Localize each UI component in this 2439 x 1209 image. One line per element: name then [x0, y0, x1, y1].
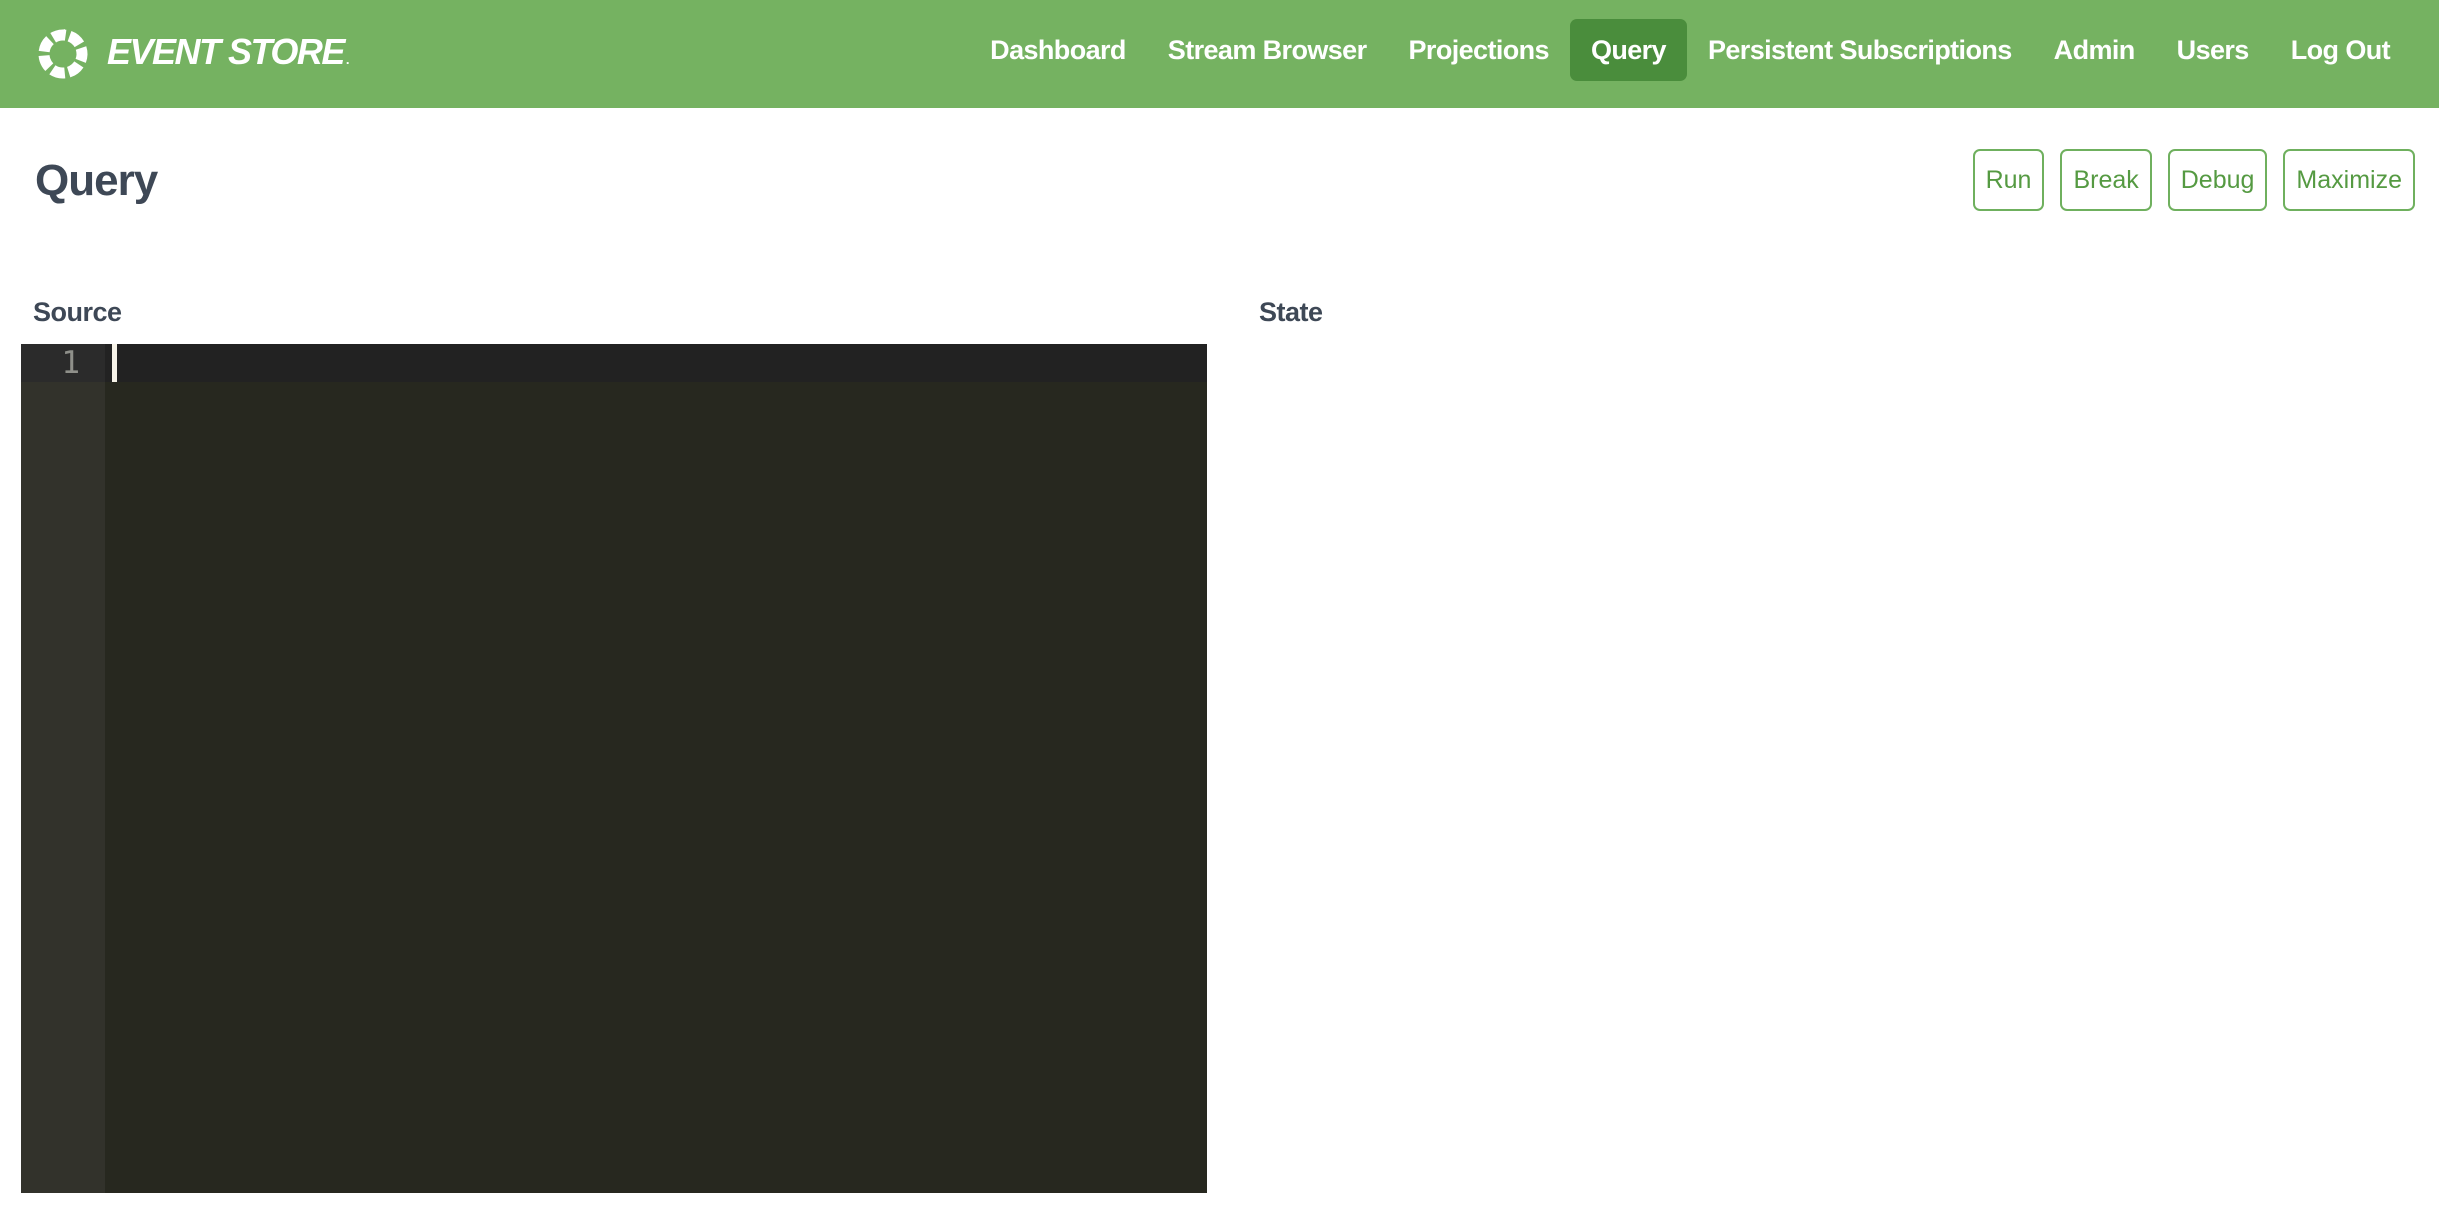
- nav-item-stream-browser[interactable]: Stream Browser: [1147, 19, 1388, 81]
- nav-item-log-out[interactable]: Log Out: [2270, 19, 2411, 81]
- state-panel: [1240, 344, 2426, 1193]
- brand-mark: .: [346, 52, 348, 67]
- nav-menu: Dashboard Stream Browser Projections Que…: [969, 19, 2411, 81]
- nav-item-query[interactable]: Query: [1570, 19, 1687, 81]
- nav-item-users[interactable]: Users: [2156, 19, 2270, 81]
- page: EVENT STORE. Dashboard Stream Browser Pr…: [0, 0, 2439, 1209]
- navbar: EVENT STORE. Dashboard Stream Browser Pr…: [0, 0, 2439, 108]
- nav-item-dashboard[interactable]: Dashboard: [969, 19, 1147, 81]
- nav-item-projections[interactable]: Projections: [1388, 19, 1570, 81]
- query-toolbar: Run Break Debug Maximize: [1973, 149, 2415, 211]
- line-number: 1: [21, 344, 105, 382]
- event-store-logo-icon: [35, 26, 91, 82]
- editor-code-area[interactable]: [105, 344, 1207, 1193]
- maximize-button[interactable]: Maximize: [2283, 149, 2415, 211]
- source-editor[interactable]: 1: [21, 344, 1207, 1193]
- brand-link[interactable]: EVENT STORE.: [35, 0, 348, 108]
- break-button[interactable]: Break: [2060, 149, 2151, 211]
- run-button[interactable]: Run: [1973, 149, 2045, 211]
- nav-item-persistent-subscriptions[interactable]: Persistent Subscriptions: [1687, 19, 2033, 81]
- brand-wordmark: EVENT STORE.: [107, 31, 348, 73]
- debug-button[interactable]: Debug: [2168, 149, 2268, 211]
- editor-gutter: 1: [21, 344, 105, 1193]
- page-title: Query: [35, 156, 157, 206]
- source-panel-label: Source: [33, 297, 122, 328]
- editor-active-line: [105, 344, 1207, 382]
- text-cursor-icon: [112, 344, 117, 382]
- nav-item-admin[interactable]: Admin: [2033, 19, 2156, 81]
- state-panel-label: State: [1259, 297, 1323, 328]
